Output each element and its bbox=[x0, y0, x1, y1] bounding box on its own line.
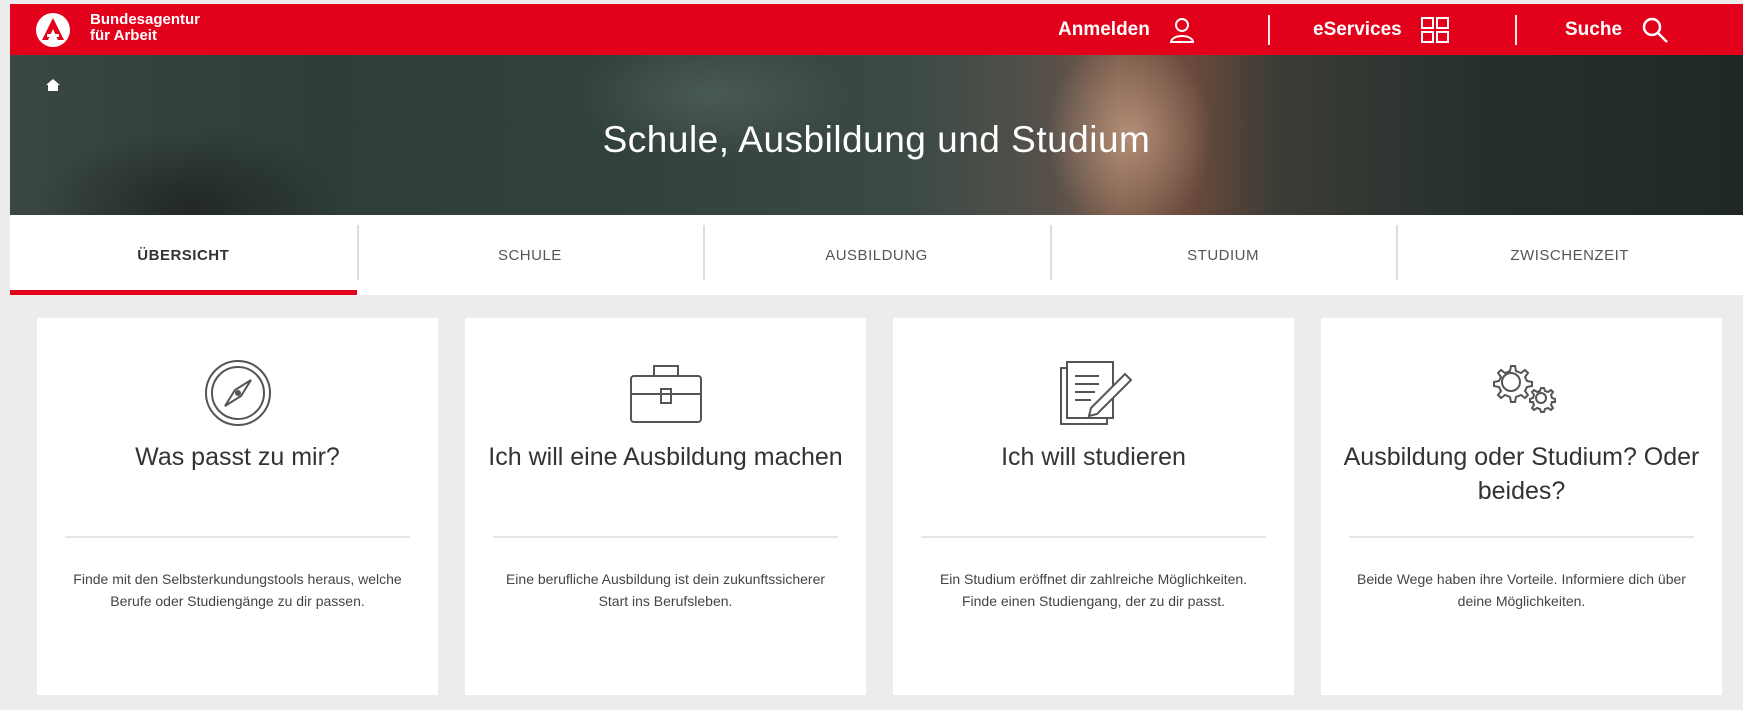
card-divider bbox=[921, 536, 1266, 538]
header-bar: Bundesagentur für Arbeit Anmelden eServi… bbox=[10, 4, 1743, 55]
compass-icon bbox=[204, 360, 271, 426]
card-title: Ich will studieren bbox=[1001, 443, 1186, 471]
briefcase-icon bbox=[629, 365, 702, 423]
search-label: Suche bbox=[1565, 18, 1623, 40]
card-divider bbox=[493, 536, 838, 538]
logo-line-1: Bundesagentur bbox=[90, 11, 201, 28]
hero-banner: Schule, Ausbildung und Studium bbox=[10, 55, 1743, 215]
card-description: Ein Studium eröffnet dir zahlreiche Mögl… bbox=[939, 571, 1248, 609]
tab-studium[interactable]: STUDIUM bbox=[1049, 215, 1397, 295]
grid-icon bbox=[1420, 16, 1449, 43]
user-icon bbox=[1169, 17, 1194, 43]
card-title: Ausbildung oder Studium? Oder beides? bbox=[1343, 443, 1700, 505]
eservices-label: eServices bbox=[1313, 18, 1402, 40]
card-description: Eine berufliche Ausbildung ist dein zuku… bbox=[505, 571, 826, 609]
card-divider bbox=[65, 536, 410, 538]
card-divider bbox=[1349, 536, 1694, 538]
page: Bundesagentur für Arbeit Anmelden eServi… bbox=[0, 0, 1743, 710]
card-ausbildung[interactable]: Ich will eine Ausbildung machen Eine ber… bbox=[465, 318, 866, 695]
tab-schule[interactable]: SCHULE bbox=[356, 215, 704, 295]
card-was-passt-zu-mir[interactable]: Was passt zu mir? Finde mit den Selbster… bbox=[37, 318, 438, 695]
card-description: Finde mit den Selbsterkundungstools hera… bbox=[73, 571, 402, 609]
home-icon[interactable] bbox=[46, 79, 60, 91]
card-title: Ich will eine Ausbildung machen bbox=[488, 443, 843, 471]
eservices-button[interactable]: eServices bbox=[1313, 4, 1450, 55]
tab-bar: ÜBERSICHT SCHULE AUSBILDUNG STUDIUM ZWIS… bbox=[10, 215, 1743, 295]
document-pen-icon bbox=[1059, 361, 1132, 425]
card-description: Beide Wege haben ihre Vorteile. Informie… bbox=[1357, 571, 1686, 609]
tab-zwischenzeit[interactable]: ZWISCHENZEIT bbox=[1396, 215, 1743, 295]
tab-uebersicht[interactable]: ÜBERSICHT bbox=[10, 215, 357, 295]
search-icon bbox=[1642, 17, 1668, 43]
nav-separator bbox=[1515, 15, 1517, 45]
nav-separator bbox=[1268, 15, 1270, 45]
card-ausbildung-oder-studium[interactable]: Ausbildung oder Studium? Oder beides? Be… bbox=[1321, 318, 1722, 695]
gears-icon bbox=[1492, 365, 1556, 413]
tab-ausbildung[interactable]: AUSBILDUNG bbox=[703, 215, 1050, 295]
ba-logo-icon[interactable] bbox=[35, 12, 71, 48]
card-studieren[interactable]: Ich will studieren Ein Studium eröffnet … bbox=[893, 318, 1294, 695]
login-label: Anmelden bbox=[1058, 18, 1150, 40]
logo-text[interactable]: Bundesagentur für Arbeit bbox=[90, 12, 200, 44]
login-button[interactable]: Anmelden bbox=[1058, 4, 1196, 55]
logo-line-2: für Arbeit bbox=[90, 27, 157, 44]
hero-title: Schule, Ausbildung und Studium bbox=[602, 119, 1151, 160]
card-title: Was passt zu mir? bbox=[135, 443, 340, 471]
search-button[interactable]: Suche bbox=[1565, 4, 1670, 55]
